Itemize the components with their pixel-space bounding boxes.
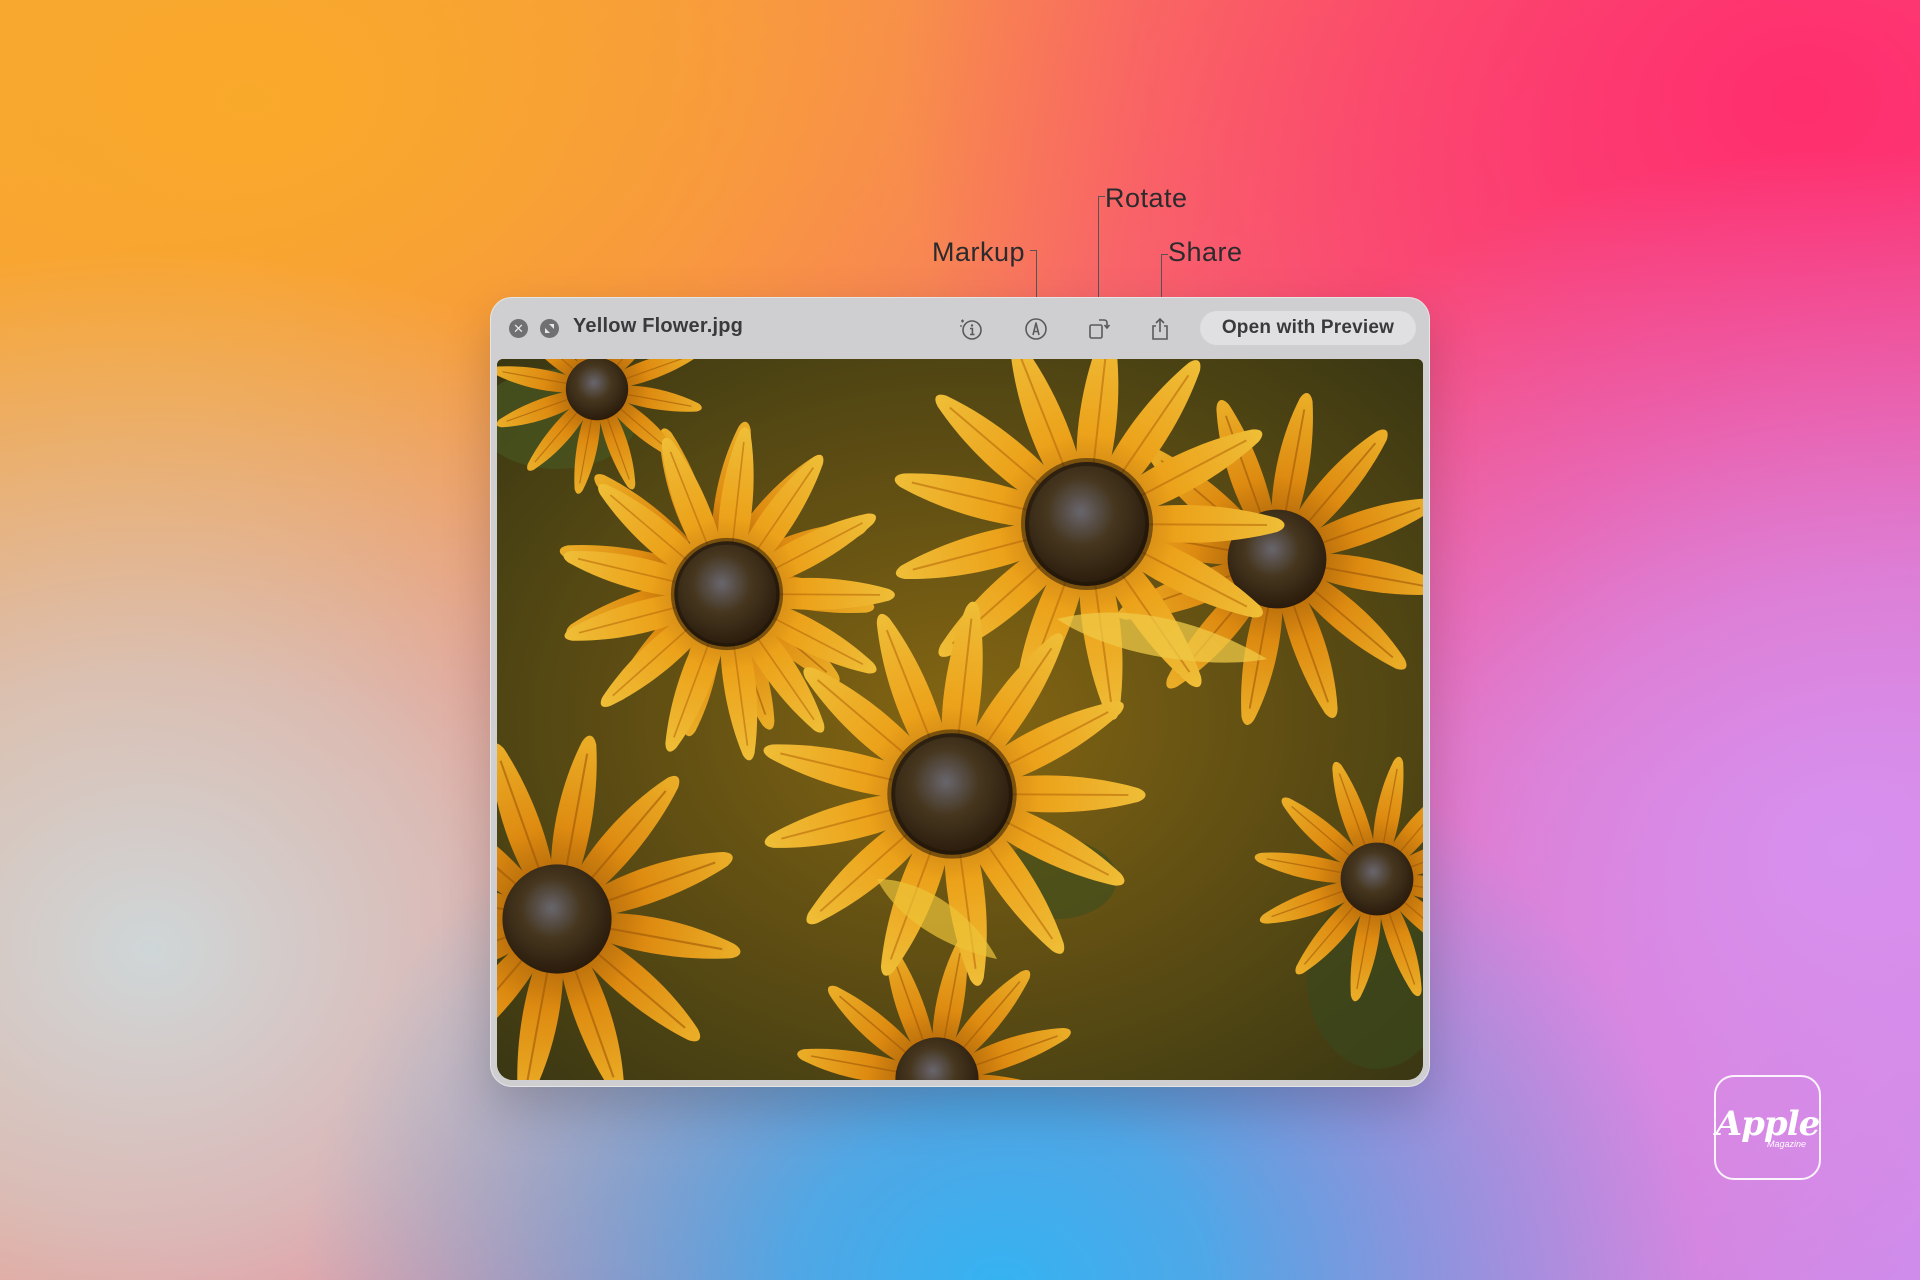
callout-markup-label: Markup: [932, 237, 1026, 267]
apple-magazine-logo: Apple Magazine: [1714, 1075, 1821, 1180]
live-text-info-button[interactable]: [956, 314, 986, 344]
rotate-button[interactable]: [1084, 314, 1114, 344]
markup-pen-icon: [1025, 318, 1047, 340]
photo-preview: [497, 359, 1423, 1080]
fullscreen-arrows-icon: [545, 324, 554, 333]
file-name-title: Yellow Flower.jpg: [573, 315, 744, 337]
callout-rotate-label: Rotate: [1105, 183, 1188, 213]
live-text-info-icon: [960, 319, 982, 340]
share-button[interactable]: [1145, 314, 1175, 344]
callout-share-label: Share: [1168, 237, 1243, 267]
share-icon: [1152, 317, 1168, 340]
rotate-icon: [1089, 319, 1111, 339]
open-with-preview-button[interactable]: Open with Preview: [1200, 311, 1416, 345]
yellow-flower-photo: [497, 359, 1423, 1080]
logo-brand-text: Apple: [1715, 1103, 1820, 1144]
close-icon[interactable]: ✕: [509, 319, 528, 338]
title-bar: ✕ Yellow Flower.jpg Open with Preview: [490, 297, 1430, 359]
quick-look-window: ✕ Yellow Flower.jpg Open with Preview: [490, 297, 1430, 1087]
markup-button[interactable]: [1021, 314, 1051, 344]
fullscreen-icon[interactable]: [540, 319, 559, 338]
logo-sub-text: Magazine: [1766, 1138, 1807, 1149]
